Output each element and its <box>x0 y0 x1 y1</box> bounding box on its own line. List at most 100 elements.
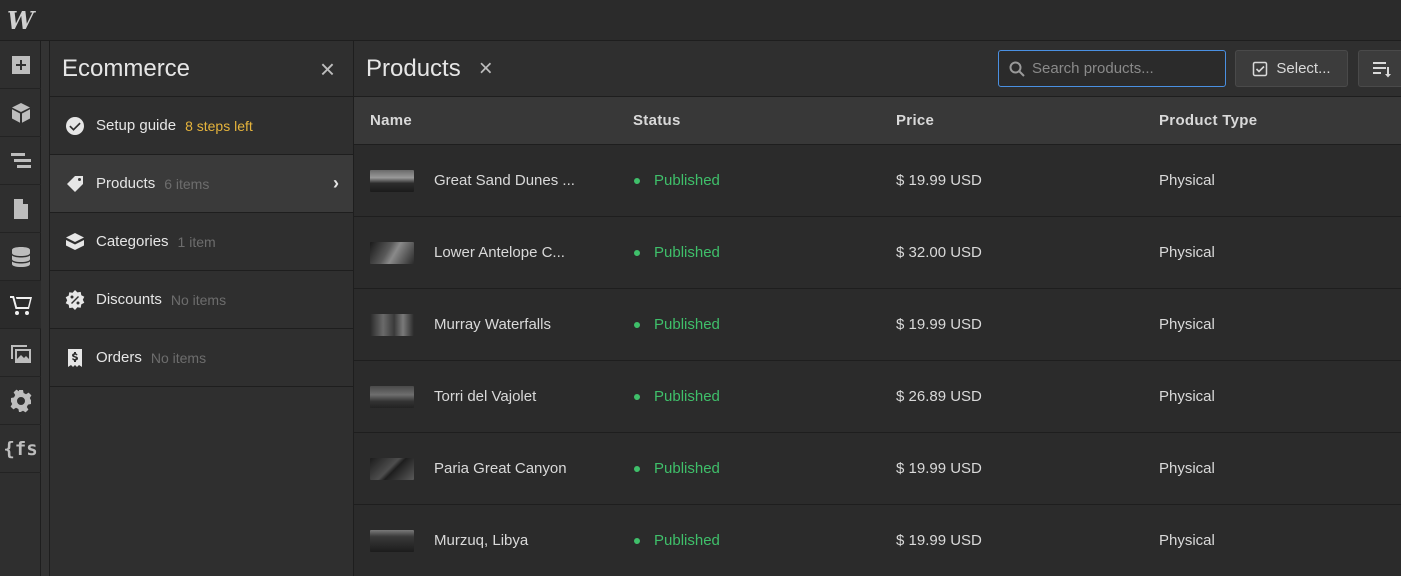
cube-icon <box>11 102 30 123</box>
chevron-right-icon: › <box>333 173 339 193</box>
add-panel-icon <box>11 55 30 74</box>
rail-pages-button[interactable] <box>0 185 41 233</box>
rail-assets-button[interactable] <box>0 329 41 377</box>
nav-meta: No items <box>150 349 207 366</box>
status-badge: Published <box>654 460 720 477</box>
rail-ecommerce-button[interactable] <box>0 281 41 329</box>
product-name: Lower Antelope C... <box>434 244 565 261</box>
status-badge: Published <box>654 172 720 189</box>
status-dot <box>634 465 640 472</box>
status-badge: Published <box>654 244 720 261</box>
status-dot <box>634 537 640 544</box>
product-thumbnail <box>370 169 414 192</box>
ecommerce-panel-header: Ecommerce × <box>50 41 353 97</box>
table-row[interactable]: Murzuq, Libya Published $ 19.99 USD Phys… <box>354 505 1401 576</box>
nav-meta: 8 steps left <box>185 117 253 134</box>
product-type: Physical <box>1159 531 1215 549</box>
product-type: Physical <box>1159 387 1215 405</box>
search-input[interactable] <box>1032 60 1212 77</box>
product-thumbnail <box>370 241 414 264</box>
product-price: $ 26.89 USD <box>896 387 982 405</box>
nav-item-categories[interactable]: Categories 1 item <box>50 213 353 271</box>
product-type: Physical <box>1159 315 1215 333</box>
rail-cms-button[interactable] <box>0 233 41 281</box>
table-row[interactable]: Murray Waterfalls Published $ 19.99 USD … <box>354 289 1401 361</box>
nav-item-orders[interactable]: Orders No items <box>50 329 353 387</box>
page-title: Products <box>366 54 461 82</box>
rail-navigator-button[interactable] <box>0 137 41 185</box>
product-price: $ 19.99 USD <box>896 459 982 477</box>
ecommerce-panel: Ecommerce × Setup guide 8 steps left Pro… <box>50 41 354 576</box>
nav-meta: 6 items <box>164 175 210 192</box>
product-thumbnail <box>370 313 414 336</box>
products-view: Products × Select... Name Status Price P… <box>354 41 1401 576</box>
search-box[interactable] <box>998 50 1226 87</box>
column-header-product-type[interactable]: Product Type <box>1143 112 1257 129</box>
finsweet-icon: {fs <box>3 437 38 460</box>
product-name: Torri del Vajolet <box>434 388 537 405</box>
table-header: Name Status Price Product Type <box>354 97 1401 145</box>
gear-icon <box>10 389 31 412</box>
product-name: Murray Waterfalls <box>434 316 551 333</box>
product-type: Physical <box>1159 171 1215 189</box>
status-dot <box>634 321 640 328</box>
table-row[interactable]: Torri del Vajolet Published $ 26.89 USD … <box>354 361 1401 433</box>
rail-settings-button[interactable] <box>0 377 41 425</box>
page-icon <box>13 198 28 219</box>
product-type: Physical <box>1159 459 1215 477</box>
nav-label: Orders <box>96 349 142 366</box>
product-thumbnail <box>370 385 414 408</box>
nav-label: Discounts <box>96 291 162 308</box>
database-icon <box>11 246 30 267</box>
status-dot <box>634 393 640 400</box>
discount-badge-icon <box>64 289 86 311</box>
status-badge: Published <box>654 316 720 333</box>
nav-label: Categories <box>96 233 169 250</box>
nav-item-products[interactable]: Products 6 items › <box>50 155 353 213</box>
nav-label: Products <box>96 175 156 192</box>
search-icon <box>1009 61 1025 77</box>
product-price: $ 19.99 USD <box>896 315 982 333</box>
box-icon <box>64 231 86 253</box>
nav-item-discounts[interactable]: Discounts No items <box>50 271 353 329</box>
panel-title: Ecommerce <box>62 54 191 82</box>
nav-meta: 1 item <box>177 233 216 250</box>
status-dot <box>634 177 640 184</box>
table-row[interactable]: Paria Great Canyon Published $ 19.99 USD… <box>354 433 1401 505</box>
rail-finsweet-button[interactable]: {fs <box>0 425 41 473</box>
select-button[interactable]: Select... <box>1235 50 1348 87</box>
tag-icon <box>64 173 86 195</box>
product-name: Murzuq, Libya <box>434 532 529 549</box>
product-name: Paria Great Canyon <box>434 460 567 477</box>
navigator-icon <box>10 152 31 168</box>
assets-icon <box>10 344 31 363</box>
column-header-status[interactable]: Status <box>617 112 880 129</box>
nav-meta: No items <box>170 291 227 308</box>
left-rail: {fs <box>0 41 41 576</box>
status-badge: Published <box>654 532 720 549</box>
close-products-button[interactable]: × <box>479 55 493 83</box>
table-row[interactable]: Great Sand Dunes ... Published $ 19.99 U… <box>354 145 1401 217</box>
product-type: Physical <box>1159 243 1215 261</box>
select-button-label: Select... <box>1276 60 1331 77</box>
product-price: $ 19.99 USD <box>896 531 982 549</box>
table-row[interactable]: Lower Antelope C... Published $ 32.00 US… <box>354 217 1401 289</box>
rail-components-button[interactable] <box>0 89 41 137</box>
product-name: Great Sand Dunes ... <box>434 172 575 189</box>
close-panel-button[interactable]: × <box>320 56 335 82</box>
product-price: $ 19.99 USD <box>896 171 982 189</box>
nav-item-setup-guide[interactable]: Setup guide 8 steps left <box>50 97 353 155</box>
column-header-price[interactable]: Price <box>880 112 1143 129</box>
nav-label: Setup guide <box>96 117 177 134</box>
status-dot <box>634 249 640 256</box>
product-thumbnail <box>370 457 414 480</box>
webflow-logo[interactable]: W <box>0 0 41 41</box>
receipt-icon <box>64 347 86 369</box>
checkbox-icon <box>1253 61 1268 76</box>
sort-icon <box>1373 61 1391 77</box>
panel-gutter <box>41 41 50 576</box>
sort-button[interactable] <box>1358 50 1401 87</box>
column-header-name[interactable]: Name <box>354 112 617 129</box>
rail-add-button[interactable] <box>0 41 41 89</box>
cart-icon <box>9 295 32 315</box>
